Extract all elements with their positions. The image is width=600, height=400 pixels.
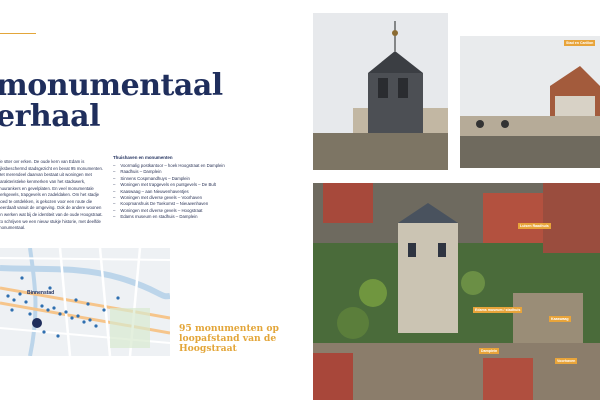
photo-label-b: Edams museum / stadhuis [473,307,523,313]
title-line-2: erhaal [0,99,100,134]
list-item: Edams museum en stadhuis – Damplein [113,214,243,220]
monument-list-heading: Thuishaven en monumenten [113,155,173,160]
caption-line-3: Hoogstraat [179,343,237,354]
aerial-photo: Luisen Raadhuis Edams museum / stadhuis … [313,183,600,400]
title-line-1: monumentaal [0,68,223,103]
photo-label-c: Kaaswaag [549,316,571,322]
monument-list: Voormalig postkantoor – hoek Hoogstraat … [113,163,243,221]
intro-paragraph: de stter ovr erken. De oude kern van Eda… [0,159,104,231]
photo-label-d: Damplein [479,348,500,354]
photo-label-e: Voorhaven [555,358,578,364]
bridge-photo: Stad en Carillon [460,36,600,168]
map-label: Binnenstad [27,290,55,296]
monument-map: Binnenstad [0,248,170,356]
map-caption: 95 monumenten op loopafstand van de Hoog… [179,324,289,354]
accent-line [0,33,36,34]
photo-label-tr: Stad en Carillon [564,40,596,46]
page-title: monumentaal erhaal [0,70,223,132]
photo-label-a: Luisen Raadhuis [518,223,551,229]
tower-photo [313,13,448,170]
